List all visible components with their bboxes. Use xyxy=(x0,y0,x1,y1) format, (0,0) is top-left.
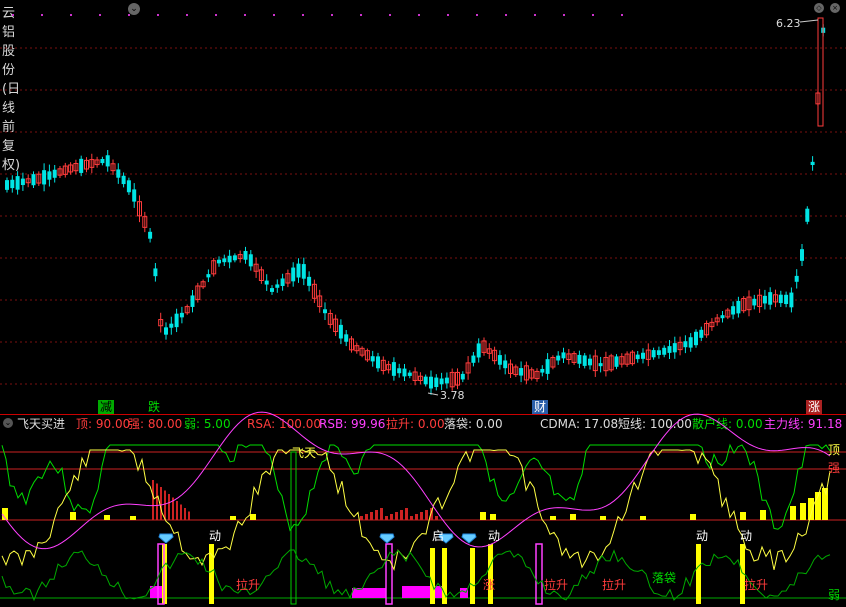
signal-bar xyxy=(600,516,606,520)
signal-bar xyxy=(365,514,368,520)
signal-qi: 启 xyxy=(432,529,445,543)
signal-bar xyxy=(230,516,236,520)
signal-bar xyxy=(188,511,190,520)
level-top-label: 顶 xyxy=(828,443,841,457)
signal-outline xyxy=(535,543,543,605)
signal-lasheng: 拉升 xyxy=(236,578,261,592)
signal-bar xyxy=(690,514,696,520)
signal-bar xyxy=(490,514,496,520)
signal-lasheng: 拉升 xyxy=(602,578,627,592)
signal-bar xyxy=(415,514,418,520)
signal-dong: 动 xyxy=(740,529,753,543)
signal-bar xyxy=(480,512,486,520)
signal-bar xyxy=(156,483,158,520)
signal-dong: 动 xyxy=(209,529,222,543)
signal-bar xyxy=(104,515,110,520)
signal-bar xyxy=(420,512,423,520)
indicator-chart[interactable] xyxy=(0,0,846,607)
signal-bar xyxy=(470,548,475,604)
signal-bar xyxy=(410,516,413,520)
diamond-icon xyxy=(379,533,395,544)
signal-bar xyxy=(370,512,373,520)
signal-lasheng: 拉升 xyxy=(744,578,769,592)
signal-bar xyxy=(160,487,162,520)
signal-bar xyxy=(395,512,398,520)
signal-bar xyxy=(760,510,766,520)
signal-bar xyxy=(184,508,186,520)
signal-dong: 动 xyxy=(488,529,501,543)
signal-bar xyxy=(250,514,256,520)
signal-dong: 动 xyxy=(696,529,709,543)
signal-bar xyxy=(405,508,408,520)
signal-bar xyxy=(740,512,746,520)
signal-lasheng: 拉升 xyxy=(544,578,569,592)
signal-bar xyxy=(800,503,806,520)
signal-bar xyxy=(808,498,814,520)
signal-bar xyxy=(425,510,428,520)
signal-bar xyxy=(570,514,576,520)
signal-bar xyxy=(360,516,363,520)
signal-bar xyxy=(380,508,383,520)
signal-feitian: 飞天 xyxy=(292,446,317,460)
signal-block xyxy=(402,586,442,598)
short-line xyxy=(1,449,831,572)
signal-bar xyxy=(130,516,136,520)
signal-bar xyxy=(640,516,646,520)
signal-bar xyxy=(390,514,393,520)
signal-bar xyxy=(790,506,796,520)
signal-bar xyxy=(550,516,556,520)
signal-bar xyxy=(442,548,447,604)
signal-bar xyxy=(385,516,388,520)
signal-bar xyxy=(696,544,701,604)
diamond-icon xyxy=(158,533,174,544)
level-weak-label: 弱 xyxy=(828,588,841,602)
signal-bar xyxy=(435,516,438,520)
signal-bar xyxy=(152,480,154,520)
signal-bar xyxy=(168,494,170,520)
signal-bar xyxy=(430,548,435,604)
signal-bar xyxy=(180,504,182,520)
signal-bar xyxy=(375,510,378,520)
signal-bar xyxy=(400,510,403,520)
signal-luodai: 落袋 xyxy=(652,571,677,585)
signal-zhang: 涨 xyxy=(483,578,496,592)
level-strong-label: 强 xyxy=(828,461,841,475)
signal-bar xyxy=(176,501,178,520)
signal-bar xyxy=(70,512,76,520)
signal-bar xyxy=(488,544,493,604)
signal-bar xyxy=(164,490,166,520)
stock-chart-window: 云铝股份(日线 前复权) ⌄ ◇ × 6.23 3.78 减 跌 财 涨 ⌄ 飞… xyxy=(0,0,846,607)
